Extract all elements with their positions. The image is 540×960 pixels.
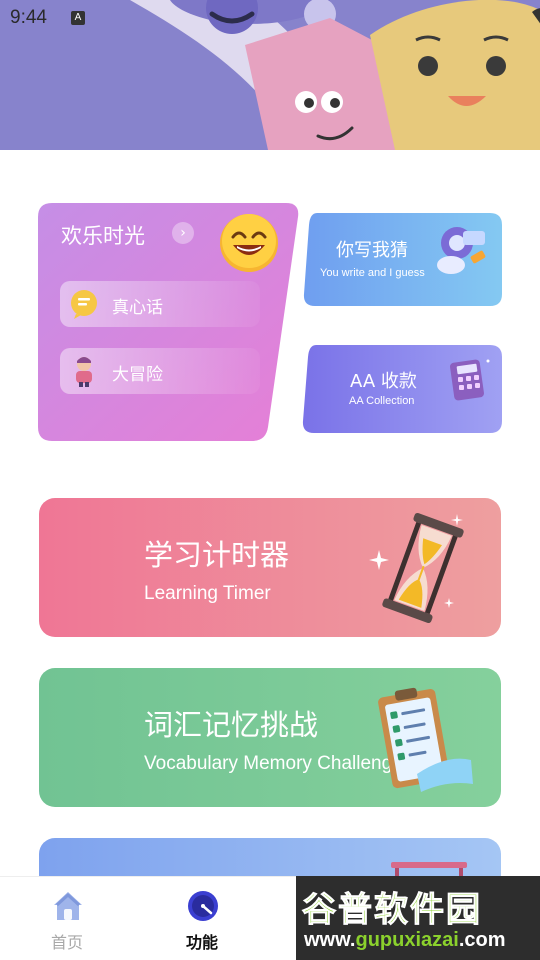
learning-timer-card[interactable]: 学习计时器 Learning Timer [39, 498, 501, 637]
learning-timer-subtitle: Learning Timer [144, 583, 271, 604]
aa-collection-card[interactable]: AA 收款 AA Collection [302, 345, 502, 433]
fun-card-title: 欢乐时光 [61, 224, 145, 248]
write-guess-card[interactable]: 你写我猜 You write and I guess [303, 213, 502, 306]
dare-button[interactable]: 大冒险 [60, 348, 260, 394]
watermark-url: www.gupuxiazai.com [304, 929, 506, 952]
adventurer-icon [68, 355, 100, 391]
header-illustration: 9:44 A [0, 0, 540, 150]
checklist-clipboard-icon [377, 684, 477, 800]
drawing-guess-icon [433, 221, 493, 283]
status-time: 9:44 [10, 7, 47, 28]
watermark-url-brand: gupuxiazai [355, 929, 459, 951]
vocabulary-challenge-title: 词汇记忆挑战 [144, 708, 319, 742]
nav-features-label: 功能 [185, 933, 218, 952]
dare-label: 大冒险 [112, 365, 163, 385]
write-guess-title: 你写我猜 [336, 240, 408, 261]
watermark-url-suffix: .com [458, 929, 506, 951]
calculator-icon [448, 355, 492, 407]
hourglass-icon [365, 510, 475, 629]
wifi-icon [532, 8, 540, 24]
truth-button[interactable]: 真心话 [60, 281, 260, 327]
nav-home[interactable]: 首页 [17, 877, 117, 960]
chevron-right-icon[interactable]: › [172, 222, 194, 244]
aa-collection-subtitle: AA Collection [349, 395, 415, 407]
watermark-url-prefix: www. [304, 929, 356, 951]
fun-time-card[interactable]: 欢乐时光 › 真心话 大冒险 [38, 203, 300, 441]
nav-home-label: 首页 [50, 933, 83, 952]
watermark-title: 谷普软件园 [302, 890, 482, 931]
vocabulary-challenge-card[interactable]: 词汇记忆挑战 Vocabulary Memory Challenge [39, 668, 501, 807]
truth-label: 真心话 [112, 298, 163, 318]
compass-dial-icon [186, 889, 220, 927]
nav-features[interactable]: 功能 [152, 877, 252, 960]
smiling-emoji-icon [219, 213, 279, 277]
vocabulary-challenge-subtitle: Vocabulary Memory Challenge [144, 753, 403, 774]
home-icon [51, 889, 85, 927]
write-guess-subtitle: You write and I guess [320, 267, 425, 279]
aa-collection-title: AA 收款 [350, 371, 417, 392]
notification-icon: A [71, 11, 85, 25]
chat-bubble-icon [68, 288, 100, 324]
learning-timer-title: 学习计时器 [144, 538, 290, 572]
watermark-overlay: 谷普软件园 www.gupuxiazai.com [296, 876, 540, 960]
